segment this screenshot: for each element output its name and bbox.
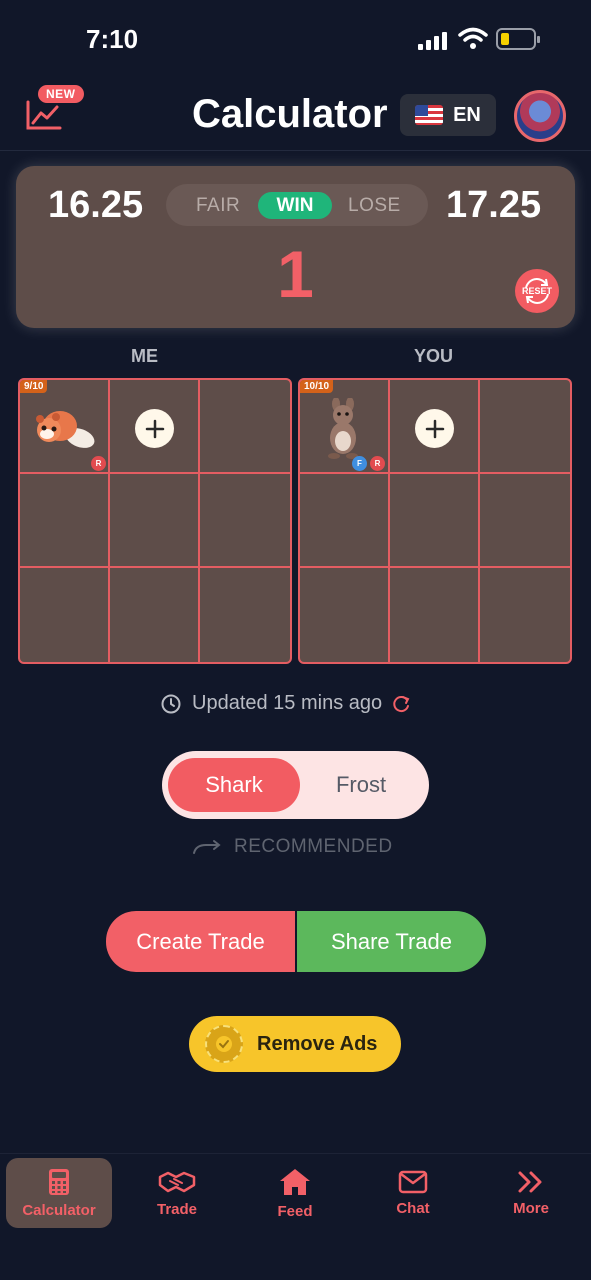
nav-label: Feed [277, 1202, 313, 1220]
language-label: EN [453, 103, 481, 126]
you-label: YOU [414, 346, 454, 366]
lose-label: LOSE [348, 195, 401, 216]
me-label: ME [131, 346, 158, 366]
kangaroo-pet-icon [328, 398, 358, 459]
language-selector[interactable]: EN [400, 94, 496, 136]
nav-label: Calculator [22, 1201, 96, 1219]
my-slot[interactable] [110, 380, 200, 474]
result-difference: 1 [277, 237, 314, 311]
updated-text: Updated 15 mins ago [192, 692, 383, 714]
your-slot[interactable] [390, 380, 480, 474]
your-item-count: 10/10 [300, 380, 334, 393]
my-slot[interactable]: 9/10 R [20, 380, 110, 474]
win-label: WIN [258, 192, 332, 219]
double-chevron-icon [518, 1171, 542, 1192]
mail-icon [398, 1170, 428, 1193]
handshake-icon [158, 1171, 196, 1192]
rideable-tag: R [91, 456, 106, 471]
your-slot[interactable]: 10/10 F R [300, 380, 390, 474]
us-flag-icon [415, 105, 444, 125]
nav-feed[interactable]: Feed [242, 1158, 348, 1228]
my-slot[interactable] [110, 474, 200, 568]
recommended-label: RECOMMENDED [234, 836, 393, 857]
nav-label: Chat [396, 1199, 430, 1217]
nav-label: More [513, 1199, 549, 1217]
clock-icon [161, 694, 181, 713]
remove-ads-button[interactable]: Remove Ads [189, 1016, 401, 1072]
add-your-item-button[interactable] [415, 409, 454, 448]
cellular-signal-icon [418, 30, 450, 50]
my-slot[interactable] [200, 380, 290, 474]
red-panda-pet-icon [36, 411, 95, 448]
verified-badge-icon [205, 1025, 243, 1063]
curved-arrow-icon [193, 840, 221, 854]
create-trade-button[interactable]: Create Trade [106, 911, 295, 972]
fair-label: FAIR [196, 195, 241, 216]
my-slot[interactable] [200, 474, 290, 568]
status-time: 7:10 [86, 24, 139, 54]
add-my-item-button[interactable] [135, 409, 174, 448]
plus-icon [145, 419, 164, 438]
nav-label: Trade [156, 1200, 198, 1218]
nav-more[interactable]: More [478, 1158, 584, 1228]
wifi-icon [458, 27, 488, 49]
my-item-count: 9/10 [20, 380, 48, 393]
nav-calculator[interactable]: Calculator [6, 1158, 112, 1228]
header-divider [0, 150, 591, 151]
your-slot[interactable] [300, 474, 390, 568]
your-slot[interactable] [480, 474, 570, 568]
your-slot[interactable] [300, 568, 390, 662]
refresh-icon[interactable] [392, 694, 412, 714]
home-icon [280, 1168, 310, 1195]
shark-option[interactable]: Shark [168, 758, 300, 812]
my-trade-grid: 9/10 R [18, 378, 292, 664]
share-trade-button[interactable]: Share Trade [297, 911, 486, 972]
recommended-hint: RECOMMENDED [192, 836, 393, 858]
page-title: Calculator [192, 92, 388, 136]
updated-status: Updated 15 mins ago [160, 692, 412, 715]
my-slot[interactable] [200, 568, 290, 662]
calculator-icon [49, 1168, 69, 1195]
new-badge: NEW [38, 85, 84, 103]
my-slot[interactable] [20, 568, 110, 662]
your-slot[interactable] [390, 568, 480, 662]
my-value: 16.25 [48, 184, 144, 226]
plus-icon [425, 419, 444, 438]
nav-trade[interactable]: Trade [124, 1158, 230, 1228]
rideable-tag: R [370, 456, 385, 471]
remove-ads-label: Remove Ads [257, 1032, 378, 1055]
your-trade-grid: 10/10 F R [298, 378, 572, 664]
nav-chat[interactable]: Chat [360, 1158, 466, 1228]
reset-button[interactable]: RESET [515, 269, 559, 313]
your-value: 17.25 [446, 184, 542, 226]
battery-icon [496, 28, 540, 50]
your-slot[interactable] [480, 380, 570, 474]
reset-label: RESET [521, 286, 552, 296]
flyable-tag: F [352, 456, 367, 471]
avatar[interactable] [514, 90, 566, 142]
your-slot[interactable] [480, 568, 570, 662]
my-slot[interactable] [110, 568, 200, 662]
your-slot[interactable] [390, 474, 480, 568]
frost-option[interactable]: Frost [300, 758, 422, 812]
bottom-nav-divider [0, 1153, 591, 1154]
my-slot[interactable] [20, 474, 110, 568]
